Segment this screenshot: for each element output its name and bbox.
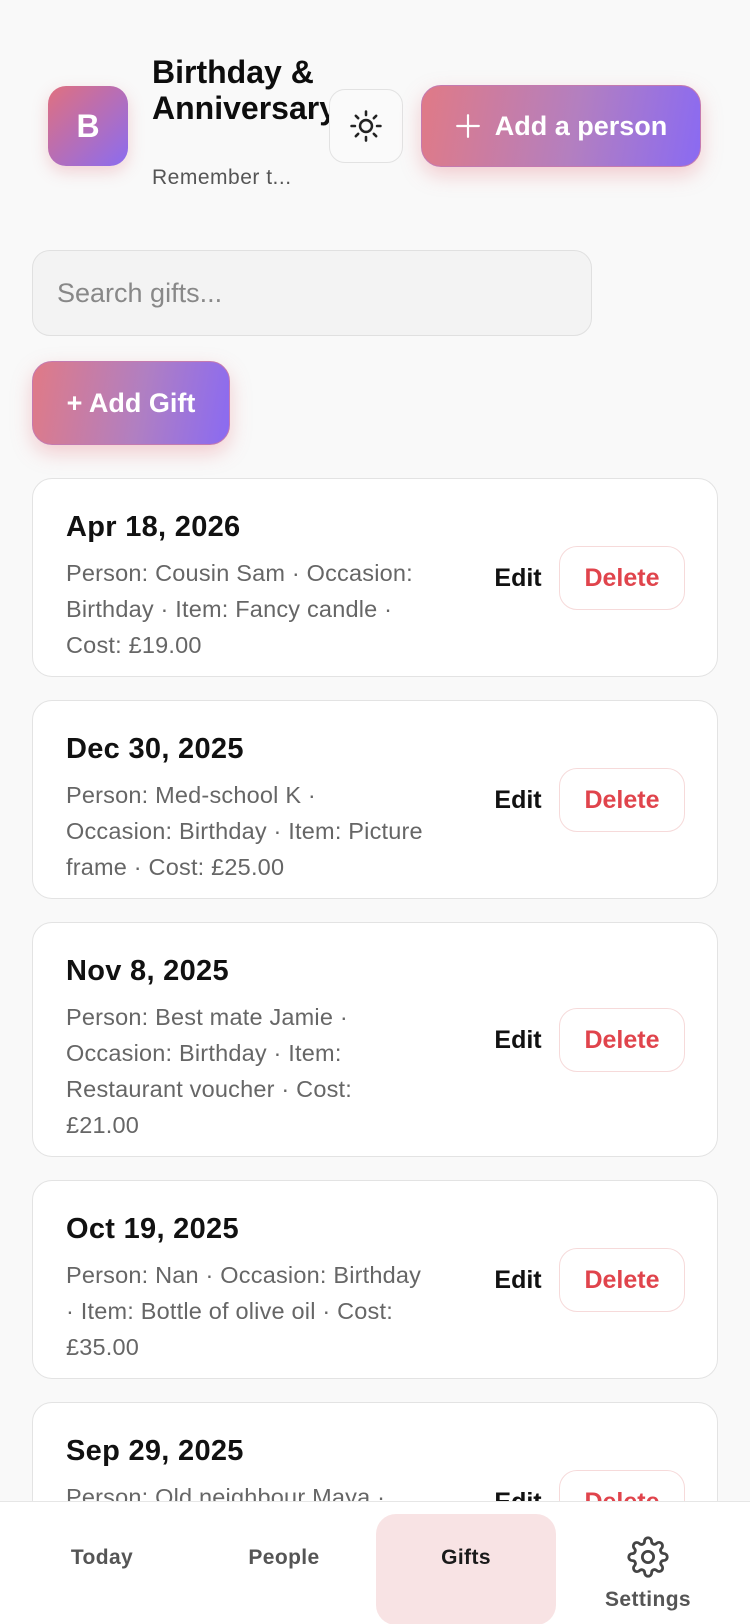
gift-card: Nov 8, 2025 Person: Best mate Jamie · Oc… bbox=[32, 922, 718, 1157]
add-person-label: Add a person bbox=[494, 110, 668, 141]
app-header: B Birthday & Anniversary Remember t... A… bbox=[0, 0, 750, 220]
delete-button[interactable]: Delete bbox=[559, 768, 685, 832]
gift-card: Apr 18, 2026 Person: Cousin Sam · Occasi… bbox=[32, 478, 718, 677]
tab-people[interactable]: People bbox=[194, 1514, 374, 1624]
sun-icon bbox=[350, 110, 382, 142]
tab-gifts[interactable]: Gifts bbox=[376, 1514, 556, 1624]
delete-button[interactable]: Delete bbox=[559, 1248, 685, 1312]
gift-date: Apr 18, 2026 bbox=[66, 511, 241, 543]
add-gift-button[interactable]: + Add Gift bbox=[32, 361, 230, 445]
gift-date: Nov 8, 2025 bbox=[66, 955, 229, 987]
gift-details: Person: Cousin Sam · Occasion: Birthday … bbox=[66, 560, 413, 658]
edit-button[interactable]: Edit bbox=[473, 1008, 563, 1072]
tab-label: People bbox=[248, 1546, 320, 1569]
app-title: Birthday & Anniversary bbox=[152, 54, 337, 126]
tab-settings[interactable]: Settings bbox=[558, 1514, 738, 1624]
tab-today[interactable]: Today bbox=[12, 1514, 192, 1624]
tab-label: Today bbox=[70, 1546, 134, 1569]
gift-card: Sep 29, 2025 Person: Old neighbour Maya … bbox=[32, 1402, 718, 1501]
gift-details: Person: Med-school K · Occasion: Birthda… bbox=[66, 782, 423, 880]
delete-button[interactable]: Delete bbox=[559, 1470, 685, 1501]
tab-label: Settings bbox=[604, 1588, 692, 1611]
edit-button[interactable]: Edit bbox=[473, 546, 563, 610]
search-input[interactable] bbox=[32, 250, 592, 336]
delete-button[interactable]: Delete bbox=[559, 1008, 685, 1072]
gear-icon bbox=[627, 1536, 669, 1578]
edit-button[interactable]: Edit bbox=[473, 1470, 563, 1502]
plus-icon bbox=[455, 114, 480, 138]
add-person-button[interactable]: Add a person bbox=[421, 85, 701, 167]
gift-card: Oct 19, 2025 Person: Nan · Occasion: Bir… bbox=[32, 1180, 718, 1379]
gift-details: Person: Best mate Jamie · Occasion: Birt… bbox=[66, 1004, 353, 1138]
edit-button[interactable]: Edit bbox=[473, 768, 563, 832]
gift-date: Sep 29, 2025 bbox=[66, 1435, 244, 1467]
gift-details: Person: Nan · Occasion: Birthday · Item:… bbox=[66, 1262, 422, 1360]
app-subtitle: Remember t... bbox=[152, 166, 292, 189]
app-logo: B bbox=[48, 86, 128, 166]
bottom-tab-bar: Today People Gifts Settings bbox=[0, 1501, 750, 1624]
theme-toggle-button[interactable] bbox=[329, 89, 403, 163]
gift-date: Oct 19, 2025 bbox=[66, 1213, 239, 1245]
gift-list: Apr 18, 2026 Person: Cousin Sam · Occasi… bbox=[32, 478, 718, 1501]
tab-label: Gifts bbox=[441, 1546, 491, 1569]
delete-button[interactable]: Delete bbox=[559, 546, 685, 610]
gift-card: Dec 30, 2025 Person: Med-school K · Occa… bbox=[32, 700, 718, 899]
edit-button[interactable]: Edit bbox=[473, 1248, 563, 1312]
gift-date: Dec 30, 2025 bbox=[66, 733, 244, 765]
gift-details: Person: Old neighbour Maya · bbox=[66, 1484, 386, 1501]
